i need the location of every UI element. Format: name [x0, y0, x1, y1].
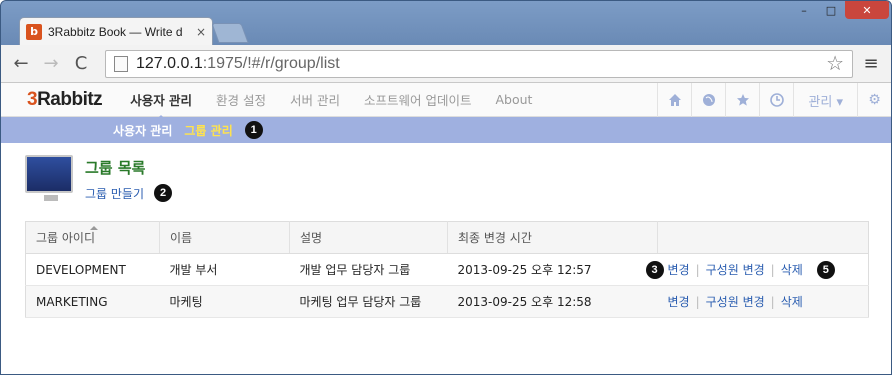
delete-link[interactable]: 삭제: [781, 293, 803, 310]
browser-toolbar: ← → C 127.0.0.1 :1975/!#/r/group/list ☆ …: [1, 45, 891, 83]
gear-icon[interactable]: ⚙: [857, 83, 891, 117]
edit-members-link[interactable]: 구성원 변경: [706, 261, 765, 278]
edit-members-link[interactable]: 구성원 변경: [706, 293, 765, 310]
separator: |: [695, 294, 700, 309]
cell-name: 개발 부서: [159, 253, 290, 286]
table-header-row: 그룹 아이디 이름 설명 최종 변경 시간 4: [25, 221, 869, 254]
column-header-description[interactable]: 설명: [289, 221, 448, 254]
app-logo[interactable]: 3Rabbitz: [27, 89, 103, 111]
sub-navbar: 사용자 관리 그룹 관리 1: [1, 117, 891, 143]
group-table: 그룹 아이디 이름 설명 최종 변경 시간 4 DEVELOPMENT 개발 부…: [25, 221, 869, 318]
globe-icon[interactable]: [691, 83, 725, 117]
cell-description: 개발 업무 담당자 그룹: [289, 253, 448, 286]
subnav-group-management[interactable]: 그룹 관리: [184, 122, 232, 139]
rabbitz-favicon-icon: b: [26, 23, 42, 40]
address-bar[interactable]: 127.0.0.1 :1975/!#/r/group/list ☆: [105, 49, 853, 78]
tab-close-icon[interactable]: ×: [196, 25, 206, 39]
column-header-last-modified[interactable]: 최종 변경 시간: [447, 221, 658, 254]
callout-badge-2: 2: [154, 184, 173, 202]
tab-title: 3Rabbitz Book — Write d: [48, 24, 183, 39]
nav-software-update[interactable]: 소프트웨어 업데이트: [364, 90, 471, 109]
cell-group-id: DEVELOPMENT: [25, 253, 160, 286]
cell-actions: 3 변경 | 구성원 변경 | 삭제 5: [645, 253, 869, 286]
create-group-link-row: 그룹 만들기 2: [85, 184, 173, 202]
cell-group-id: MARKETING: [25, 285, 160, 318]
edit-link[interactable]: 변경: [668, 261, 690, 278]
page-icon: [114, 55, 128, 72]
nav-settings[interactable]: 환경 설정: [216, 90, 266, 109]
callout-badge-5: 5: [816, 260, 835, 279]
callout-badge-3: 3: [645, 260, 664, 279]
column-header-actions: 4: [657, 221, 869, 254]
cell-name: 마케팅: [159, 285, 290, 318]
cell-actions: 변경 | 구성원 변경 | 삭제: [657, 285, 869, 318]
column-header-group-id[interactable]: 그룹 아이디: [25, 221, 160, 254]
cell-last-modified: 2013-09-25 오후 12:58: [447, 285, 658, 318]
url-host: 127.0.0.1: [136, 54, 203, 72]
table-row: DEVELOPMENT 개발 부서 개발 업무 담당자 그룹 2013-09-2…: [25, 253, 869, 286]
bookmark-star-icon[interactable]: ☆: [826, 51, 844, 76]
create-group-link[interactable]: 그룹 만들기: [85, 185, 144, 202]
cell-last-modified: 2013-09-25 오후 12:57: [447, 253, 658, 286]
home-icon[interactable]: [657, 83, 691, 117]
edit-link[interactable]: 변경: [668, 293, 690, 310]
title-bar: b 3Rabbitz Book — Write d × – □ ✕: [1, 1, 891, 45]
close-window-button[interactable]: ✕: [845, 1, 889, 19]
web-page: 3Rabbitz 사용자 관리 환경 설정 서버 관리 소프트웨어 업데이트 A…: [1, 83, 891, 374]
callout-badge-1: 1: [244, 121, 263, 139]
nav-about[interactable]: About: [496, 92, 533, 107]
monitor-icon: [25, 155, 73, 201]
separator: |: [695, 262, 700, 277]
nav-server-management[interactable]: 서버 관리: [290, 90, 340, 109]
subnav-user-management[interactable]: 사용자 관리: [113, 122, 172, 139]
column-header-name[interactable]: 이름: [159, 221, 290, 254]
page-header: 그룹 목록 그룹 만들기 2: [25, 155, 173, 202]
delete-link[interactable]: 삭제: [781, 261, 803, 278]
minimize-button[interactable]: –: [791, 1, 817, 19]
table-row: MARKETING 마케팅 마케팅 업무 담당자 그룹 2013-09-25 오…: [25, 285, 869, 318]
back-button[interactable]: ←: [9, 52, 33, 76]
browser-tab[interactable]: b 3Rabbitz Book — Write d ×: [19, 17, 213, 45]
browser-menu-icon[interactable]: ≡: [859, 53, 883, 74]
separator: |: [770, 294, 775, 309]
maximize-button[interactable]: □: [818, 1, 844, 19]
app-navbar: 3Rabbitz 사용자 관리 환경 설정 서버 관리 소프트웨어 업데이트 A…: [1, 83, 891, 121]
nav-icon-group: 관리 ▾ ⚙: [657, 83, 891, 117]
clock-icon[interactable]: [759, 83, 793, 117]
cell-description: 마케팅 업무 담당자 그룹: [289, 285, 448, 318]
page-title: 그룹 목록: [85, 159, 146, 177]
new-tab-button[interactable]: [211, 23, 249, 43]
separator: |: [770, 262, 775, 277]
star-icon[interactable]: [725, 83, 759, 117]
reload-button[interactable]: C: [69, 52, 93, 76]
nav-user-management[interactable]: 사용자 관리: [130, 90, 192, 121]
forward-button[interactable]: →: [39, 52, 63, 76]
admin-dropdown[interactable]: 관리 ▾: [793, 83, 857, 117]
url-path: :1975/!#/r/group/list: [202, 54, 340, 72]
sort-asc-icon: [90, 222, 98, 230]
browser-window: b 3Rabbitz Book — Write d × – □ ✕ ← → C …: [0, 0, 892, 375]
